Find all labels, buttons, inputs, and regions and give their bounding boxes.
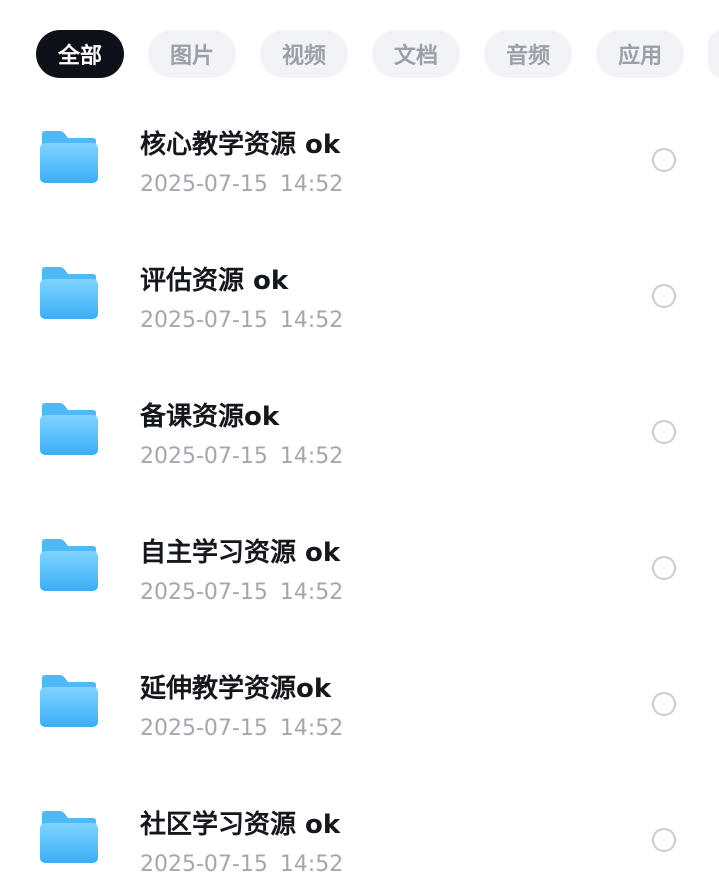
file-time: 14:52 (279, 172, 344, 197)
folder-icon (38, 810, 100, 864)
filter-audio-chip[interactable]: 音频 (484, 30, 573, 78)
file-timestamp: 2025-07-15 14:52 (140, 580, 343, 605)
file-timestamp: 2025-07-15 14:52 (140, 444, 343, 469)
filter-all-chip[interactable]: 全部 (36, 30, 125, 78)
file-name: 备课资源ok (140, 402, 280, 432)
folder-icon (38, 674, 100, 728)
radio-unchecked-icon[interactable] (652, 828, 676, 852)
file-name: 社区学习资源 ok (140, 810, 341, 840)
radio-unchecked-icon[interactable] (652, 556, 676, 580)
file-time: 14:52 (279, 580, 344, 605)
list-item[interactable]: 延伸教学资源ok 2025-07-15 14:52 (0, 640, 719, 776)
file-time: 14:52 (279, 716, 344, 741)
file-time: 14:52 (279, 308, 344, 333)
radio-unchecked-icon[interactable] (652, 148, 676, 172)
file-name: 评估资源 ok (140, 266, 289, 296)
folder-icon (38, 538, 100, 592)
filter-more-chip[interactable] (708, 30, 719, 78)
filter-documents-chip[interactable]: 文档 (372, 30, 461, 78)
radio-unchecked-icon[interactable] (652, 692, 676, 716)
file-date: 2025-07-15 (140, 852, 268, 877)
file-name: 延伸教学资源ok (140, 674, 332, 704)
folder-icon (38, 130, 100, 184)
file-time: 14:52 (279, 444, 344, 469)
file-list: 核心教学资源 ok 2025-07-15 14:52 评估资源 ok 2025-… (0, 96, 719, 884)
file-date: 2025-07-15 (140, 580, 268, 605)
file-date: 2025-07-15 (140, 172, 268, 197)
list-item[interactable]: 核心教学资源 ok 2025-07-15 14:52 (0, 96, 719, 232)
filter-images-chip[interactable]: 图片 (148, 30, 237, 78)
filter-tabs: 全部 图片 视频 文档 音频 应用 (36, 30, 719, 78)
list-item[interactable]: 评估资源 ok 2025-07-15 14:52 (0, 232, 719, 368)
list-item[interactable]: 社区学习资源 ok 2025-07-15 14:52 (0, 776, 719, 884)
file-date: 2025-07-15 (140, 444, 268, 469)
file-name: 核心教学资源 ok (140, 130, 341, 160)
list-item[interactable]: 备课资源ok 2025-07-15 14:52 (0, 368, 719, 504)
file-timestamp: 2025-07-15 14:52 (140, 852, 343, 877)
file-manager-screen: 全部 图片 视频 文档 音频 应用 核心教学资源 ok 2025-07-15 1… (0, 0, 719, 884)
filter-apps-chip[interactable]: 应用 (596, 30, 685, 78)
radio-unchecked-icon[interactable] (652, 420, 676, 444)
file-timestamp: 2025-07-15 14:52 (140, 716, 343, 741)
file-timestamp: 2025-07-15 14:52 (140, 172, 343, 197)
file-date: 2025-07-15 (140, 308, 268, 333)
folder-icon (38, 266, 100, 320)
file-time: 14:52 (279, 852, 344, 877)
list-item[interactable]: 自主学习资源 ok 2025-07-15 14:52 (0, 504, 719, 640)
file-name: 自主学习资源 ok (140, 538, 341, 568)
radio-unchecked-icon[interactable] (652, 284, 676, 308)
file-date: 2025-07-15 (140, 716, 268, 741)
filter-videos-chip[interactable]: 视频 (260, 30, 349, 78)
file-timestamp: 2025-07-15 14:52 (140, 308, 343, 333)
folder-icon (38, 402, 100, 456)
